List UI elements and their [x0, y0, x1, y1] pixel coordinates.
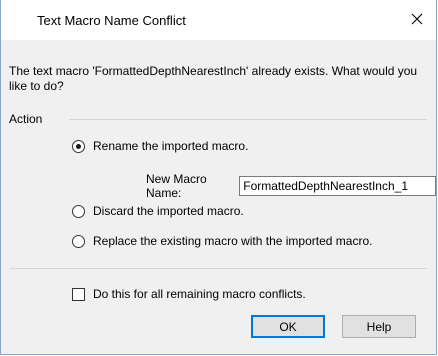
- new-macro-name-label: New Macro Name:: [146, 172, 207, 200]
- new-macro-name-row: New Macro Name: FormattedDepthNearestInc…: [146, 172, 436, 200]
- discard-option[interactable]: Discard the imported macro.: [72, 203, 244, 219]
- apply-all-label: Do this for all remaining macro conflict…: [93, 287, 306, 301]
- options-separator: [10, 268, 427, 269]
- apply-all-checkbox[interactable]: [72, 287, 85, 301]
- replace-option-label: Replace the existing macro with the impo…: [93, 234, 373, 248]
- apply-all-option[interactable]: Do this for all remaining macro conflict…: [72, 287, 306, 301]
- discard-radio[interactable]: [72, 204, 85, 218]
- rename-option[interactable]: Rename the imported macro.: [72, 138, 248, 154]
- close-icon: [411, 13, 423, 25]
- new-macro-name-field[interactable]: FormattedDepthNearestInch_1: [239, 176, 436, 196]
- action-group-divider: [69, 119, 427, 120]
- title-bar: Text Macro Name Conflict: [1, 0, 436, 40]
- ok-button[interactable]: OK: [251, 315, 325, 338]
- text-macro-conflict-dialog: Text Macro Name Conflict The text macro …: [0, 0, 437, 355]
- discard-option-label: Discard the imported macro.: [93, 204, 244, 218]
- close-button[interactable]: [404, 8, 430, 30]
- action-group-label: Action: [9, 112, 43, 126]
- rename-radio[interactable]: [72, 139, 85, 153]
- help-button[interactable]: Help: [342, 315, 416, 338]
- dialog-title: Text Macro Name Conflict: [37, 13, 186, 28]
- replace-radio[interactable]: [72, 234, 85, 248]
- replace-option[interactable]: Replace the existing macro with the impo…: [72, 233, 372, 249]
- rename-option-label: Rename the imported macro.: [93, 139, 249, 153]
- conflict-message: The text macro 'FormattedDepthNearestInc…: [9, 64, 418, 93]
